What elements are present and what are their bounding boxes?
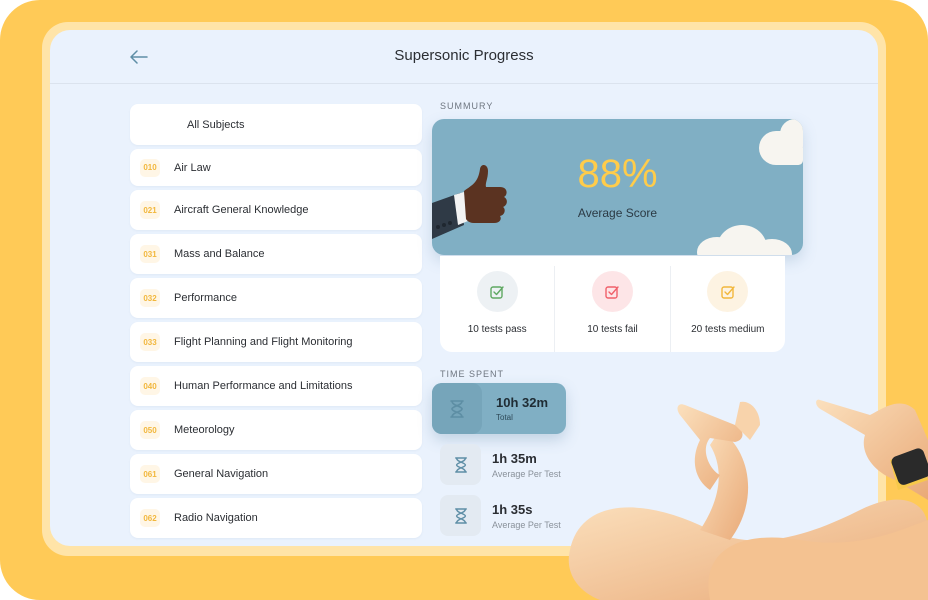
time-average-seconds-value: 1h 35s [492, 501, 533, 517]
top-bar: Supersonic Progress [50, 30, 878, 84]
subject-name: Aircraft General Knowledge [174, 204, 309, 216]
checkbox-icon [591, 271, 633, 312]
subject-code-badge: 033 [140, 333, 160, 351]
subject-item[interactable]: 032 Performance [130, 278, 422, 318]
subject-item[interactable]: 062 Radio Navigation [130, 498, 422, 538]
subject-name: Performance [174, 292, 237, 304]
subject-item[interactable]: 061 General Navigation [130, 454, 422, 494]
subject-item[interactable]: 010 Air Law [130, 149, 422, 186]
subject-all[interactable]: All Subjects [130, 104, 422, 145]
test-stat-label: 10 tests pass [467, 324, 527, 335]
subject-item[interactable]: 031 Mass and Balance [130, 234, 422, 274]
subject-code-badge: 062 [140, 509, 160, 527]
subject-name: Meteorology [174, 424, 235, 436]
subject-name: Mass and Balance [174, 248, 265, 260]
page-title: Supersonic Progress [394, 47, 534, 64]
subject-code-badge: 032 [140, 289, 160, 307]
test-stat-item: 20 tests medium [669, 266, 785, 352]
subject-all-label: All Subjects [187, 118, 245, 131]
average-score-value: 88% [577, 152, 658, 196]
subject-item[interactable]: 033 Flight Planning and Flight Monitoring [130, 322, 422, 362]
test-stat-label: 10 tests fail [587, 324, 638, 335]
time-total-value: 10h 32m [496, 395, 549, 410]
subject-name: Radio Navigation [174, 512, 258, 524]
time-average-per-test-seconds[interactable]: 1h 35s Average Per Test [440, 495, 561, 536]
average-score-card: 88% Average Score [432, 119, 803, 255]
checkbox-icon [707, 271, 749, 312]
time-total-label: Total [496, 413, 513, 422]
subject-name: Human Performance and Limitations [174, 380, 353, 392]
hourglass-icon [454, 456, 467, 473]
subject-name: General Navigation [174, 468, 269, 480]
subject-code-badge: 050 [140, 421, 160, 439]
hourglass-icon [454, 507, 467, 524]
subject-code-badge: 031 [140, 245, 160, 263]
subject-item[interactable]: 050 Meteorology [130, 410, 422, 450]
subject-name: Air Law [174, 161, 211, 174]
subject-item[interactable]: 040 Human Performance and Limitations [130, 366, 422, 406]
time-average-seconds-label: Average Per Test [492, 519, 561, 530]
subject-list: All Subjects 010 Air Law 021 Aircraft Gener… [130, 104, 422, 542]
time-average-per-test[interactable]: 1h 35m Average Per Test [440, 444, 561, 485]
subject-code-badge: 061 [140, 465, 160, 483]
test-stat-item: 10 tests fail [554, 266, 669, 352]
subject-code-badge: 021 [140, 201, 160, 219]
hourglass-icon [450, 399, 464, 418]
time-average-label: Average Per Test [492, 468, 561, 479]
summary-section-label: SUMMURY [440, 101, 494, 111]
app-screen: Supersonic Progress All Subjects 010 Air … [50, 30, 878, 546]
test-results-card: 10 tests pass 10 tests fail 20 tests mediu… [440, 256, 785, 352]
time-spent-section-label: TIME SPENT [440, 369, 505, 379]
subject-name: Flight Planning and Flight Monitoring [174, 336, 353, 348]
subject-item[interactable]: 021 Aircraft General Knowledge [130, 190, 422, 230]
subject-code-badge: 010 [140, 158, 160, 177]
test-stat-item: 10 tests pass [440, 266, 554, 352]
subject-code-badge: 040 [140, 377, 160, 395]
checkbox-icon [476, 271, 518, 312]
time-total[interactable]: 10h 32m Total [432, 383, 566, 434]
time-average-value: 1h 35m [492, 450, 537, 466]
test-stat-label: 20 tests medium [691, 324, 765, 335]
average-score-label: Average Score [577, 206, 658, 220]
